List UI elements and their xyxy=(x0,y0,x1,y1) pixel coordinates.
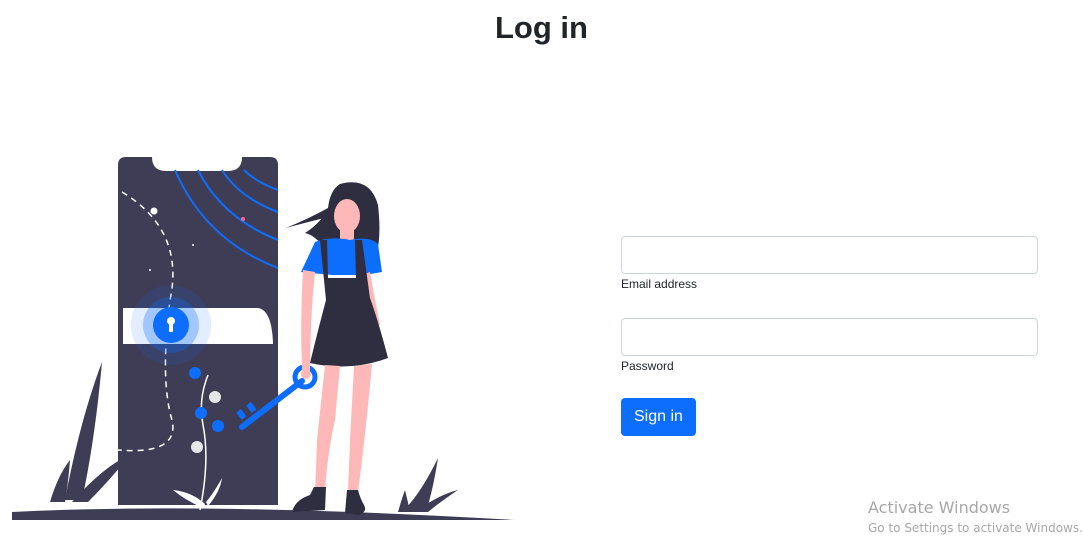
flower-dot-blue xyxy=(189,367,201,379)
woman-hand xyxy=(301,369,311,379)
page-title: Log in xyxy=(495,10,588,45)
woman-face xyxy=(334,199,360,233)
password-label: Password xyxy=(621,359,674,373)
grass-right xyxy=(398,458,458,512)
login-form: Email address Password Sign in xyxy=(621,236,1038,436)
star-dot-red xyxy=(241,217,245,221)
login-page: Log in Email address Password Sign in Ac… xyxy=(0,0,1083,536)
flower-dot-white xyxy=(209,391,221,403)
watermark-title: Activate Windows xyxy=(868,498,1011,517)
flower-dot-white xyxy=(191,441,203,453)
sign-in-button[interactable]: Sign in xyxy=(621,398,696,436)
email-label: Email address xyxy=(621,277,698,291)
password-input[interactable] xyxy=(621,318,1038,356)
star-dot-small xyxy=(149,269,151,271)
flower-dot-blue xyxy=(195,407,207,419)
star-dot-small xyxy=(192,244,194,246)
email-input[interactable] xyxy=(621,236,1038,274)
woman-leg-right xyxy=(348,364,372,492)
woman-shoe-right xyxy=(345,490,366,515)
windows-activation-watermark: Activate Windows Go to Settings to activ… xyxy=(868,498,1083,535)
ground-shape xyxy=(12,508,515,520)
woman-shirt xyxy=(301,238,382,275)
flower-dot-blue xyxy=(212,420,224,432)
woman-leg-left xyxy=(315,365,340,490)
email-field-group: Email address xyxy=(621,236,1038,291)
watermark-subtitle: Go to Settings to activate Windows. xyxy=(868,521,1083,535)
star-dot xyxy=(150,207,158,215)
password-field-group: Password xyxy=(621,318,1038,373)
woman-shoe-left xyxy=(292,487,326,512)
login-illustration xyxy=(12,157,515,520)
